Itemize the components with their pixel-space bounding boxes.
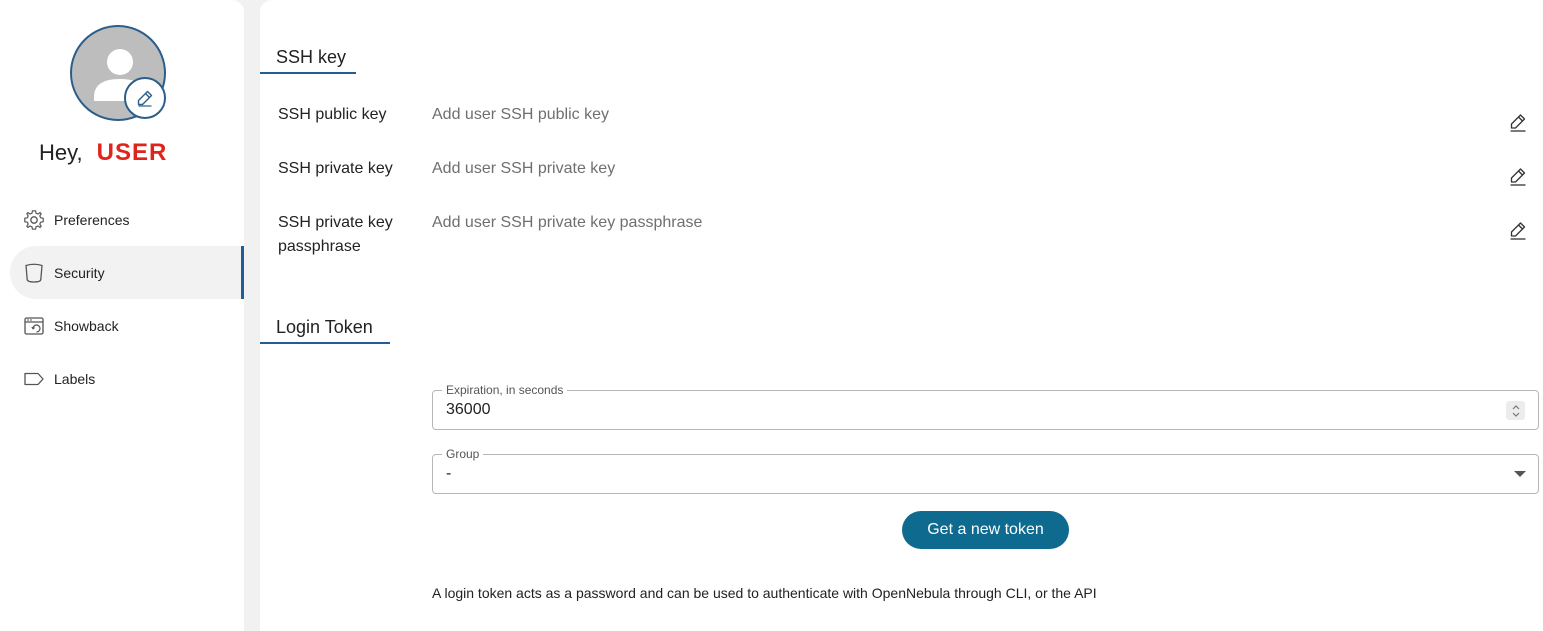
get-new-token-button[interactable]: Get a new token: [902, 511, 1069, 549]
greeting: Hey, USER: [39, 136, 167, 170]
chevron-down-icon: [1514, 471, 1526, 477]
app-root: Hey, USER Preferences Security Showback …: [0, 0, 1543, 631]
ssh-passphrase-value: Add user SSH private key passphrase: [432, 214, 703, 231]
sidebar-item-label: Preferences: [54, 211, 130, 228]
sidebar-item-label: Showback: [54, 317, 119, 334]
number-spinner-icon[interactable]: [1506, 401, 1525, 420]
sidebar-nav: Preferences Security Showback Labels: [10, 193, 244, 405]
ssh-private-key-label: SSH private key: [278, 160, 393, 177]
login-token-section-title: Login Token: [260, 312, 390, 344]
calendar-refresh-icon: [23, 315, 45, 337]
shield-icon: [23, 262, 45, 284]
ssh-public-key-value: Add user SSH public key: [432, 106, 609, 123]
ssh-section-title: SSH key: [260, 42, 356, 74]
sidebar-item-label: Security: [54, 264, 105, 281]
greeting-text: Hey,: [39, 140, 83, 165]
sidebar-item-preferences[interactable]: Preferences: [10, 193, 244, 246]
login-token-note: A login token acts as a password and can…: [432, 585, 1097, 601]
avatar-container: [70, 25, 168, 123]
expiration-input[interactable]: Expiration, in seconds 36000: [432, 382, 1539, 430]
label-tag-icon: [23, 368, 45, 390]
user-name: USER: [96, 139, 168, 166]
pencil-icon: [1510, 114, 1526, 132]
pencil-icon: [137, 90, 153, 107]
group-select[interactable]: Group -: [432, 446, 1539, 494]
ssh-public-key-edit-button[interactable]: [1507, 112, 1529, 134]
ssh-private-key-value: Add user SSH private key: [432, 160, 616, 177]
sidebar-item-security[interactable]: Security: [10, 246, 244, 299]
ssh-private-key-edit-button[interactable]: [1507, 166, 1529, 188]
ssh-passphrase-edit-button[interactable]: [1507, 220, 1529, 242]
avatar-edit-button[interactable]: [124, 77, 166, 119]
ssh-public-key-label: SSH public key: [278, 106, 387, 123]
sidebar-item-labels[interactable]: Labels: [10, 352, 244, 405]
gear-icon: [23, 209, 45, 231]
sidebar-item-label: Labels: [54, 370, 96, 387]
pencil-icon: [1510, 222, 1526, 240]
sidebar-item-showback[interactable]: Showback: [10, 299, 244, 352]
pencil-icon: [1510, 168, 1526, 186]
expiration-value: 36000: [446, 401, 491, 418]
group-label: Group: [442, 446, 484, 462]
expiration-label: Expiration, in seconds: [442, 382, 568, 398]
sidebar: Hey, USER Preferences Security Showback …: [0, 0, 244, 631]
group-value: -: [446, 465, 452, 482]
ssh-passphrase-label: SSH private key passphrase: [278, 214, 393, 255]
main-panel: SSH key SSH public key Add user SSH publ…: [260, 0, 1543, 631]
